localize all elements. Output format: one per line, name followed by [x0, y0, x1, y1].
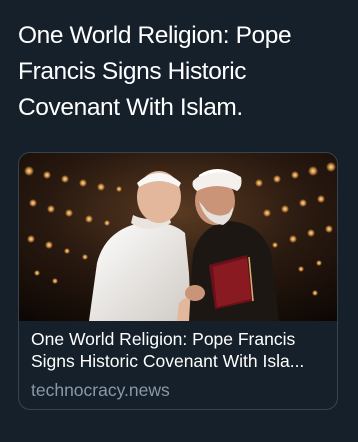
- link-preview-card[interactable]: One World Religion: Pope Francis Signs H…: [18, 152, 338, 410]
- card-image[interactable]: [19, 153, 338, 321]
- card-title-line-1[interactable]: One World Religion: Pope Francis: [31, 328, 331, 350]
- card-domain[interactable]: technocracy.news: [31, 379, 331, 401]
- card-meta[interactable]: One World Religion: Pope Francis Signs H…: [31, 328, 331, 401]
- card-title-line-2[interactable]: Signs Historic Covenant With Isla...: [31, 350, 331, 372]
- tweet-text: One World Religion: Pope Francis Signs H…: [18, 22, 292, 121]
